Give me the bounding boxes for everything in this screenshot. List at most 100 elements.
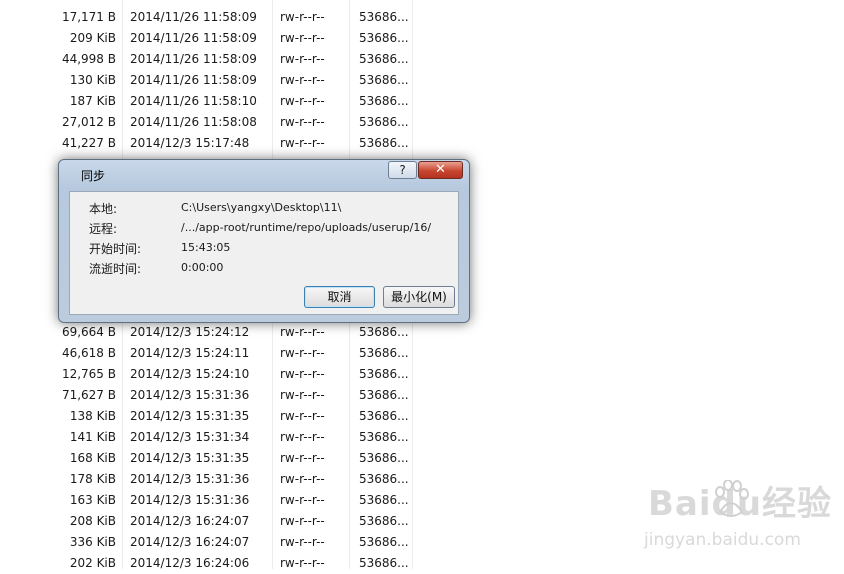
file-row[interactable]: 141 KiB 2014/12/3 15:31:34 rw-r--r-- 53686.… <box>0 427 414 448</box>
owner-cell: 53686... <box>359 367 409 381</box>
file-row[interactable]: 178 KiB 2014/12/3 15:31:36 rw-r--r-- 53686.… <box>0 469 414 490</box>
help-button[interactable]: ? <box>388 161 417 179</box>
minimize-button[interactable]: 最小化(M) <box>383 286 455 308</box>
modified-date-cell: 2014/11/26 11:58:10 <box>130 94 257 108</box>
file-size-cell: 202 KiB <box>69 556 116 570</box>
baidu-watermark: Baidu经验 jingyan.baidu.com <box>640 476 840 566</box>
permissions-cell: rw-r--r-- <box>280 136 325 150</box>
file-size-cell: 46,618 B <box>61 346 116 360</box>
owner-cell: 53686... <box>359 52 409 66</box>
file-size-cell: 130 KiB <box>69 73 116 87</box>
file-row[interactable]: 44,998 B 2014/11/26 11:58:09 rw-r--r-- 5368… <box>0 49 414 70</box>
modified-date-cell: 2014/12/3 15:24:12 <box>130 325 250 339</box>
file-row[interactable]: 130 KiB 2014/11/26 11:58:09 rw-r--r-- 53686… <box>0 70 414 91</box>
permissions-cell: rw-r--r-- <box>280 325 325 339</box>
owner-cell: 53686... <box>359 73 409 87</box>
modified-date-cell: 2014/12/3 15:17:48 <box>130 136 250 150</box>
local-path-value: C:\Users\yangxy\Desktop\11\ <box>181 201 342 214</box>
start-time-value: 15:43:05 <box>181 241 231 254</box>
file-row[interactable]: 27,012 B 2014/11/26 11:58:08 rw-r--r-- 5368… <box>0 112 414 133</box>
file-row[interactable]: 202 KiB 2014/12/3 16:24:06 rw-r--r-- 53686.… <box>0 553 414 574</box>
owner-cell: 53686... <box>359 514 409 528</box>
file-size-cell: 208 KiB <box>69 514 116 528</box>
modified-date-cell: 2014/12/3 15:31:34 <box>130 430 250 444</box>
owner-cell: 53686... <box>359 115 409 129</box>
owner-cell: 53686... <box>359 136 409 150</box>
permissions-cell: rw-r--r-- <box>280 409 325 423</box>
permissions-cell: rw-r--r-- <box>280 388 325 402</box>
file-row[interactable]: 163 KiB 2014/12/3 15:31:36 rw-r--r-- 53686.… <box>0 490 414 511</box>
modified-date-cell: 2014/12/3 15:31:36 <box>130 493 250 507</box>
file-size-cell: 336 KiB <box>69 535 116 549</box>
file-row[interactable]: 209 KiB 2014/11/26 11:58:09 rw-r--r-- 53686… <box>0 28 414 49</box>
file-size-cell: 27,012 B <box>61 115 116 129</box>
file-row[interactable]: 336 KiB 2014/12/3 16:24:07 rw-r--r-- 53686.… <box>0 532 414 553</box>
modified-date-cell: 2014/12/3 15:31:35 <box>130 409 250 423</box>
elapsed-time-value: 0:00:00 <box>181 261 224 274</box>
owner-cell: 53686... <box>359 31 409 45</box>
start-time-label: 开始时间: <box>89 242 142 256</box>
modified-date-cell: 2014/12/3 16:24:07 <box>130 514 250 528</box>
file-row[interactable]: 138 KiB 2014/12/3 15:31:35 rw-r--r-- 53686.… <box>0 406 414 427</box>
permissions-cell: rw-r--r-- <box>280 430 325 444</box>
file-row[interactable]: 208 KiB 2014/12/3 16:24:07 rw-r--r-- 53686.… <box>0 511 414 532</box>
dialog-title: 同步 <box>81 169 106 183</box>
permissions-cell: rw-r--r-- <box>280 94 325 108</box>
owner-cell: 53686... <box>359 451 409 465</box>
file-row[interactable]: 17,171 B 2014/11/26 11:58:09 rw-r--r-- 5368… <box>0 7 414 28</box>
file-row[interactable]: 41,227 B 2014/12/3 15:17:48 rw-r--r-- 53686… <box>0 133 414 154</box>
modified-date-cell: 2014/12/3 16:24:06 <box>130 556 250 570</box>
owner-cell: 53686... <box>359 556 409 570</box>
file-size-cell: 41,227 B <box>61 136 116 150</box>
remote-label: 远程: <box>89 222 118 236</box>
file-row[interactable]: 69,664 B 2014/12/3 15:24:12 rw-r--r-- 53686… <box>0 322 414 343</box>
file-row[interactable]: 12,765 B 2014/12/3 15:24:10 rw-r--r-- 53686… <box>0 364 414 385</box>
file-size-cell: 138 KiB <box>69 409 116 423</box>
file-size-cell: 168 KiB <box>69 451 116 465</box>
file-size-cell: 178 KiB <box>69 472 116 486</box>
modified-date-cell: 2014/11/26 11:58:09 <box>130 31 257 45</box>
permissions-cell: rw-r--r-- <box>280 556 325 570</box>
dialog-body: 本地: C:\Users\yangxy\Desktop\11\ 远程: /...… <box>69 191 459 315</box>
permissions-cell: rw-r--r-- <box>280 493 325 507</box>
file-row[interactable]: 46,618 B 2014/12/3 15:24:11 rw-r--r-- 53686… <box>0 343 414 364</box>
elapsed-time-label: 流逝时间: <box>89 262 142 276</box>
modified-date-cell: 2014/11/26 11:58:09 <box>130 52 257 66</box>
permissions-cell: rw-r--r-- <box>280 52 325 66</box>
permissions-cell: rw-r--r-- <box>280 514 325 528</box>
owner-cell: 53686... <box>359 10 409 24</box>
file-size-cell: 71,627 B <box>61 388 116 402</box>
file-size-cell: 69,664 B <box>61 325 116 339</box>
owner-cell: 53686... <box>359 493 409 507</box>
permissions-cell: rw-r--r-- <box>280 451 325 465</box>
cancel-button[interactable]: 取消 <box>304 286 375 308</box>
permissions-cell: rw-r--r-- <box>280 535 325 549</box>
file-size-cell: 44,998 B <box>61 52 116 66</box>
file-size-cell: 12,765 B <box>61 367 116 381</box>
modified-date-cell: 2014/12/3 15:31:36 <box>130 472 250 486</box>
owner-cell: 53686... <box>359 472 409 486</box>
file-row[interactable]: 168 KiB 2014/12/3 15:31:35 rw-r--r-- 53686.… <box>0 448 414 469</box>
close-button[interactable]: ✕ <box>418 161 463 179</box>
file-size-cell: 17,171 B <box>61 10 116 24</box>
watermark-url: jingyan.baidu.com <box>644 530 801 550</box>
owner-cell: 53686... <box>359 388 409 402</box>
owner-cell: 53686... <box>359 325 409 339</box>
owner-cell: 53686... <box>359 346 409 360</box>
remote-path-value: /.../app-root/runtime/repo/uploads/useru… <box>181 221 432 234</box>
file-row[interactable]: 71,627 B 2014/12/3 15:31:36 rw-r--r-- 53686… <box>0 385 414 406</box>
modified-date-cell: 2014/12/3 15:24:10 <box>130 367 250 381</box>
permissions-cell: rw-r--r-- <box>280 31 325 45</box>
file-size-cell: 187 KiB <box>69 94 116 108</box>
modified-date-cell: 2014/11/26 11:58:09 <box>130 10 257 24</box>
modified-date-cell: 2014/12/3 15:31:35 <box>130 451 250 465</box>
paw-icon <box>715 480 749 517</box>
modified-date-cell: 2014/11/26 11:58:09 <box>130 73 257 87</box>
file-row[interactable]: 187 KiB 2014/11/26 11:58:10 rw-r--r-- 53686… <box>0 91 414 112</box>
file-size-cell: 163 KiB <box>69 493 116 507</box>
local-label: 本地: <box>89 202 118 216</box>
file-size-cell: 141 KiB <box>69 430 116 444</box>
permissions-cell: rw-r--r-- <box>280 10 325 24</box>
permissions-cell: rw-r--r-- <box>280 73 325 87</box>
sync-dialog: 同步 ? ✕ 本地: C:\Users\yangxy\Desktop\11\ 远… <box>58 159 470 323</box>
